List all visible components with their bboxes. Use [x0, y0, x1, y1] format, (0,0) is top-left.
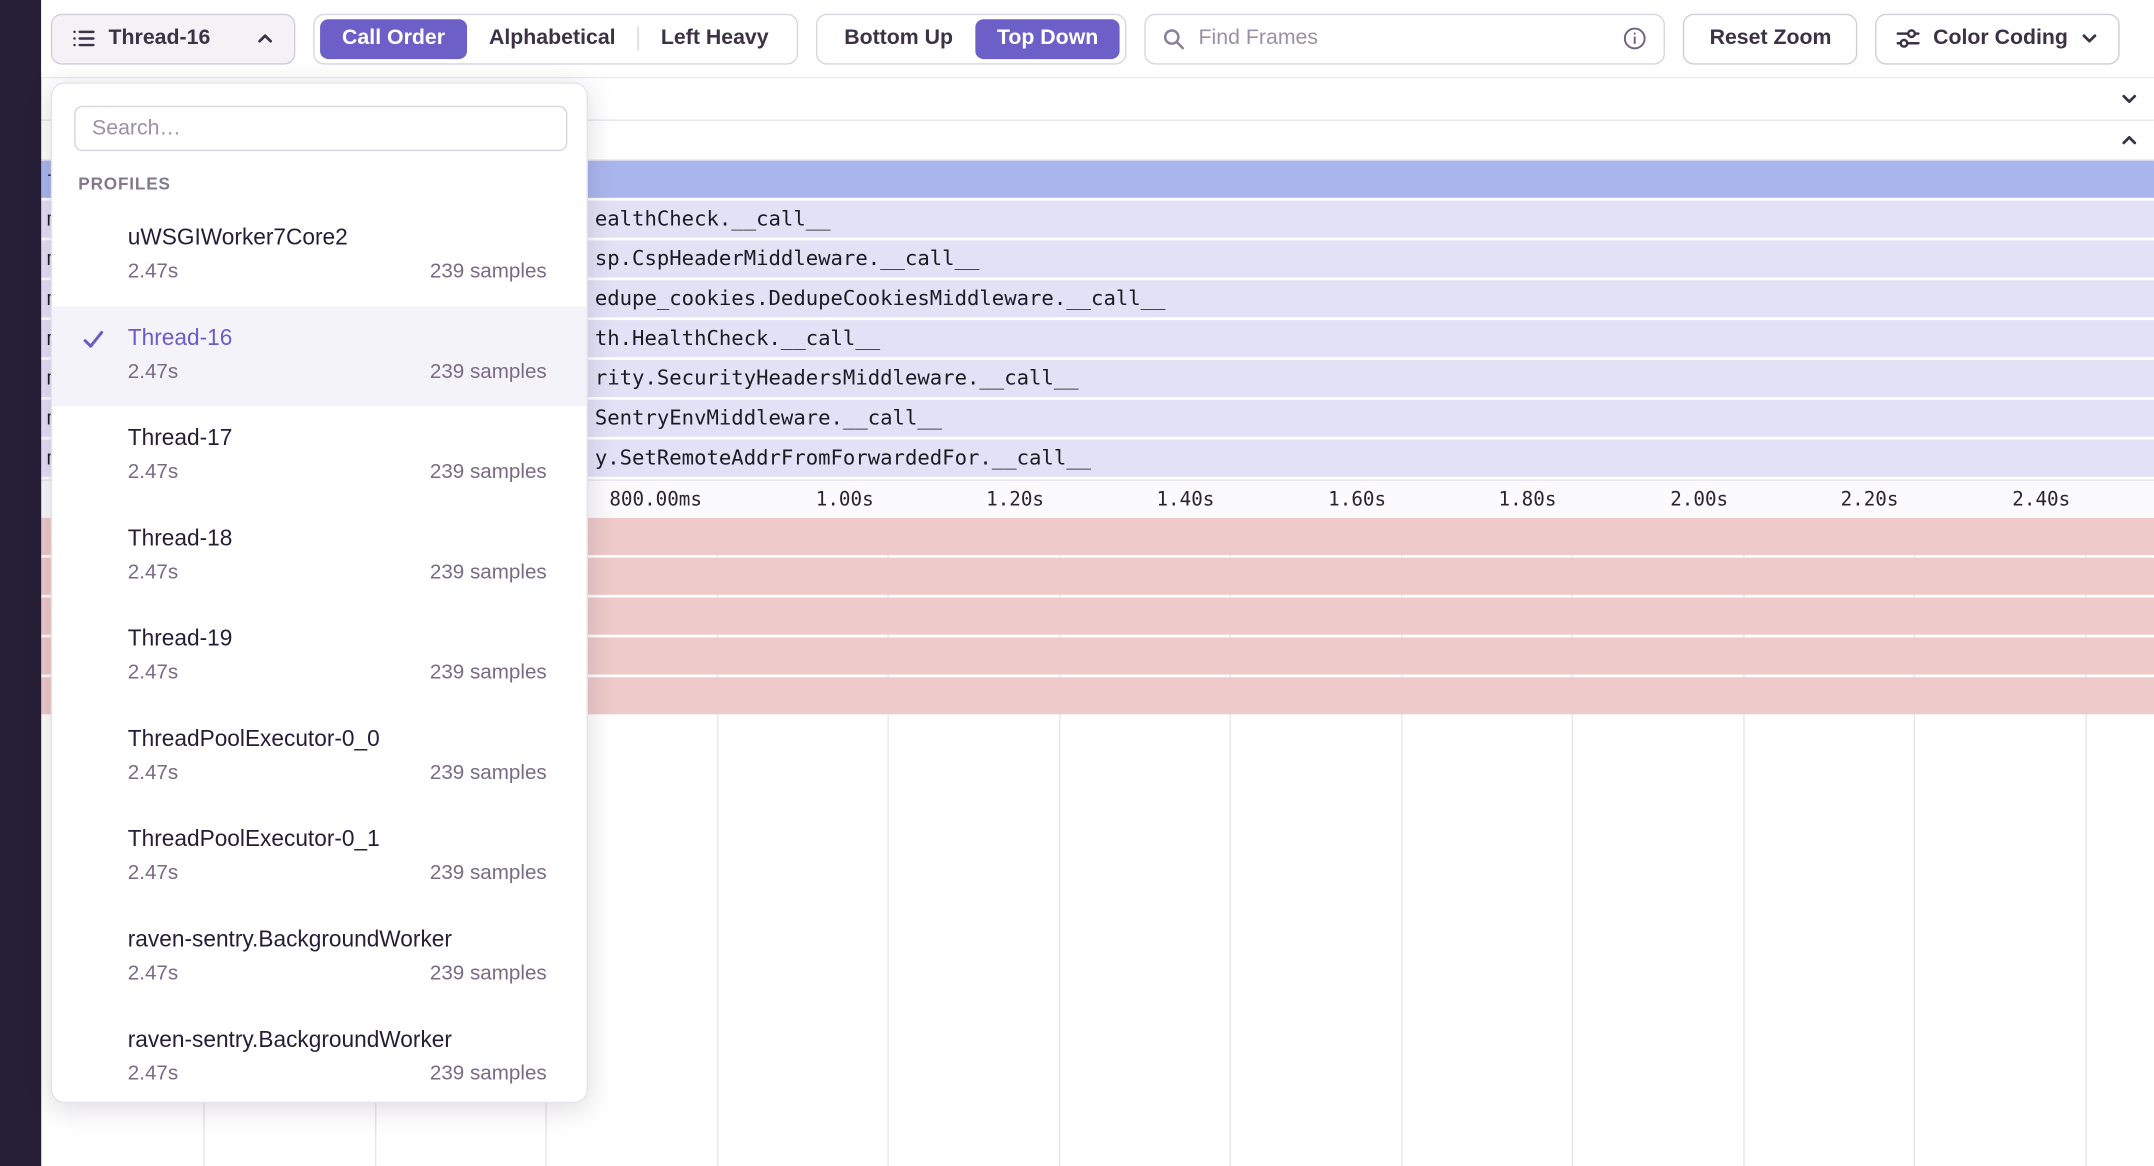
profile-duration: 2.47s [128, 760, 178, 787]
thread-selector-button[interactable]: Thread-16 [51, 13, 296, 64]
time-axis-label: 1.80s [1364, 481, 1556, 519]
profile-samples: 239 samples [430, 459, 547, 486]
profile-samples: 239 samples [430, 559, 547, 586]
profile-option[interactable]: ThreadPoolExecutor-0_0 2.47s 239 samples [52, 707, 586, 807]
profile-name: Thread-19 [128, 624, 547, 654]
chevron-down-icon[interactable] [2118, 88, 2140, 110]
sort-option-left-heavy[interactable]: Left Heavy [639, 19, 791, 59]
profile-duration: 2.47s [128, 659, 178, 686]
direction-option-top-down[interactable]: Top Down [975, 19, 1120, 59]
find-frames-input[interactable] [1199, 26, 1611, 51]
search-icon [1163, 27, 1186, 50]
profile-name: raven-sentry.BackgroundWorker [128, 1025, 547, 1055]
profile-name: Thread-16 [128, 323, 547, 353]
profile-option[interactable]: uWSGIWorker7Core2 2.47s 239 samples [52, 206, 586, 306]
thread-dropdown-panel: PROFILES uWSGIWorker7Core2 2.47s 239 sam… [51, 82, 588, 1103]
profile-name: Thread-18 [128, 523, 547, 553]
profile-name: ThreadPoolExecutor-0_0 [128, 724, 547, 754]
info-icon[interactable] [1623, 26, 1648, 51]
profile-samples: 239 samples [430, 1061, 547, 1088]
frame-text: ealthCheck.__call__ [595, 206, 831, 231]
thread-selector-label: Thread-16 [109, 26, 211, 51]
frame-text: sp.CspHeaderMiddleware.__call__ [595, 246, 980, 271]
profile-samples: 239 samples [430, 860, 547, 887]
frame-text: rity.SecurityHeadersMiddleware.__call__ [595, 365, 1079, 390]
sliders-icon [1896, 27, 1921, 49]
profile-samples: 239 samples [430, 359, 547, 386]
profiles-list: uWSGIWorker7Core2 2.47s 239 samples Thre… [52, 206, 586, 1103]
time-axis-label: 1.00s [681, 481, 873, 519]
time-axis-label: 2.00s [1536, 481, 1728, 519]
sort-option-call-order[interactable]: Call Order [320, 19, 467, 59]
profiles-section-label: PROFILES [78, 174, 586, 193]
color-coding-label: Color Coding [1933, 26, 2068, 51]
toolbar: Thread-16 Call Order Alphabetical Left H… [41, 0, 2154, 78]
sort-segmented-control: Call Order Alphabetical Left Heavy [313, 13, 797, 64]
profile-name: uWSGIWorker7Core2 [128, 223, 547, 253]
direction-option-bottom-up[interactable]: Bottom Up [822, 19, 975, 59]
chevron-down-icon [2080, 29, 2099, 48]
chevron-up-icon[interactable] [2118, 129, 2140, 151]
profile-option[interactable]: ThreadPoolExecutor-0_1 2.47s 239 samples [52, 808, 586, 908]
profile-duration: 2.47s [128, 960, 178, 987]
time-axis-label: 2.20s [1706, 481, 1898, 519]
profile-option[interactable]: raven-sentry.BackgroundWorker 2.47s 239 … [52, 1008, 586, 1103]
reset-zoom-button[interactable]: Reset Zoom [1683, 13, 1857, 64]
sort-option-alphabetical[interactable]: Alphabetical [467, 19, 638, 59]
frame-text: SentryEnvMiddleware.__call__ [595, 405, 942, 430]
time-axis-label: 2.40s [1878, 481, 2070, 519]
profile-samples: 239 samples [430, 258, 547, 285]
find-frames-field [1145, 13, 1666, 64]
profile-duration: 2.47s [128, 860, 178, 887]
frame-text: y.SetRemoteAddrFromForwardedFor.__call__ [595, 445, 1091, 470]
frame-text: th.HealthCheck.__call__ [595, 326, 880, 351]
direction-segmented-control: Bottom Up Top Down [815, 13, 1127, 64]
profile-option[interactable]: raven-sentry.BackgroundWorker 2.47s 239 … [52, 908, 586, 1008]
profile-name: raven-sentry.BackgroundWorker [128, 925, 547, 955]
profile-samples: 239 samples [430, 960, 547, 987]
profiler-app: Thread-16 Call Order Alphabetical Left H… [0, 0, 2154, 1166]
frame-text: edupe_cookies.DedupeCookiesMiddleware.__… [595, 286, 1166, 311]
chevron-up-icon [256, 29, 275, 48]
profile-option[interactable]: Thread-19 2.47s 239 samples [52, 607, 586, 707]
profile-option[interactable]: Thread-17 2.47s 239 samples [52, 407, 586, 507]
thread-list-icon [71, 26, 96, 51]
profile-option[interactable]: Thread-18 2.47s 239 samples [52, 507, 586, 607]
checkmark-icon [81, 327, 106, 352]
profile-samples: 239 samples [430, 659, 547, 686]
profile-name: Thread-17 [128, 423, 547, 453]
profile-duration: 2.47s [128, 559, 178, 586]
profile-name: ThreadPoolExecutor-0_1 [128, 824, 547, 854]
time-axis-label: 1.20s [852, 481, 1044, 519]
profile-samples: 239 samples [430, 760, 547, 787]
profile-duration: 2.47s [128, 258, 178, 285]
profile-duration: 2.47s [128, 1061, 178, 1088]
profile-duration: 2.47s [128, 459, 178, 486]
profile-option-selected[interactable]: Thread-16 2.47s 239 samples [52, 306, 586, 406]
thread-search-input[interactable] [74, 106, 567, 151]
left-sidebar-strip [0, 0, 41, 1166]
profile-duration: 2.47s [128, 359, 178, 386]
color-coding-button[interactable]: Color Coding [1875, 13, 2120, 64]
time-axis-label: 1.60s [1194, 481, 1386, 519]
time-axis-label: 1.40s [1022, 481, 1214, 519]
